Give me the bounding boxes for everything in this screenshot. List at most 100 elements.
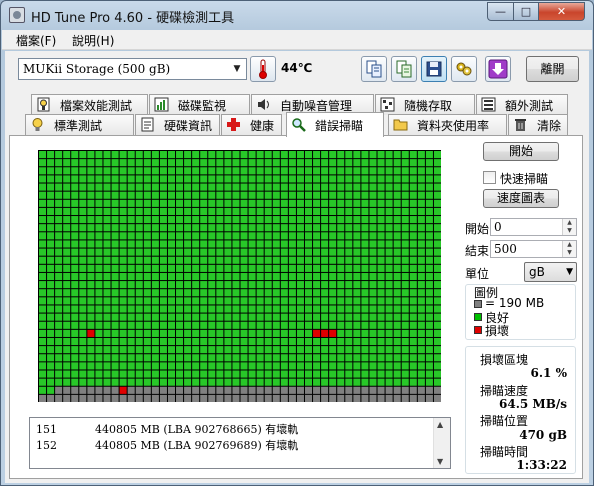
tab-erase[interactable]: 清除	[508, 114, 568, 135]
tab-health[interactable]: 健康	[221, 114, 282, 135]
tab-extra-tests[interactable]: 額外測試	[476, 94, 568, 115]
good-block	[425, 191, 433, 199]
good-block	[71, 232, 79, 240]
good-block	[288, 151, 296, 159]
good-block	[345, 297, 353, 305]
good-block	[184, 289, 192, 297]
good-block	[240, 321, 248, 329]
scroll-up-icon[interactable]: ▲	[437, 420, 443, 429]
bad-sector-log[interactable]: 151 440805 MB (LBA 902768665) 有壞軌 152 4408…	[29, 417, 451, 469]
good-block	[47, 175, 55, 183]
tab-benchmark[interactable]: 標準測試	[25, 114, 134, 135]
good-block	[433, 346, 441, 354]
drive-select[interactable]: MUKii Storage (500 gB) ▼	[18, 58, 247, 80]
speed-map-button[interactable]: 速度圖表	[483, 189, 559, 208]
good-block	[159, 337, 167, 346]
copy-info-button[interactable]	[361, 56, 387, 82]
tab-folder-usage[interactable]: 資料夾使用率	[388, 114, 507, 135]
good-block	[321, 362, 329, 370]
good-block	[361, 329, 369, 337]
good-block	[304, 297, 313, 305]
good-block	[55, 329, 63, 337]
good-block	[433, 256, 441, 264]
info-document-icon	[140, 117, 155, 132]
minimize-button[interactable]: —	[487, 2, 514, 21]
close-button[interactable]: ✕	[538, 2, 585, 21]
good-block	[200, 159, 208, 167]
good-block	[208, 191, 216, 199]
good-block	[425, 281, 433, 289]
spinner-arrows-icon[interactable]: ▲ ▼	[562, 219, 576, 235]
good-block	[167, 289, 176, 297]
quick-scan-checkbox[interactable]	[483, 171, 496, 184]
good-block	[264, 159, 272, 167]
good-block	[224, 346, 232, 354]
good-block	[417, 281, 425, 289]
good-block	[216, 191, 224, 199]
good-block	[248, 240, 256, 248]
menu-file[interactable]: 檔案(F)	[16, 32, 56, 49]
unit-select[interactable]: gB ▼	[524, 262, 577, 282]
good-block	[288, 224, 296, 232]
tab-random-access[interactable]: 隨機存取	[375, 94, 475, 115]
spinner-arrows-icon[interactable]: ▲ ▼	[562, 241, 576, 257]
download-button[interactable]	[485, 56, 511, 82]
good-block	[135, 159, 143, 167]
good-block	[200, 321, 208, 329]
pending-block	[337, 386, 345, 394]
good-block	[401, 183, 409, 191]
pending-block	[95, 394, 103, 402]
good-block	[63, 207, 71, 216]
scroll-down-icon[interactable]: ▼	[437, 457, 443, 466]
good-block	[87, 370, 95, 378]
end-input[interactable]: 500 ▲ ▼	[490, 240, 577, 258]
save-button[interactable]	[421, 56, 447, 82]
good-block	[280, 305, 288, 313]
title-bar[interactable]: HD Tune Pro 4.60 - 硬碟檢測工具 — □ ✕	[1, 1, 593, 29]
good-block	[425, 305, 433, 313]
good-block	[167, 224, 176, 232]
good-block	[385, 199, 393, 207]
quick-scan-label[interactable]: 快速掃瞄	[500, 170, 548, 187]
tab-file-benchmark[interactable]: 檔案效能測試	[31, 94, 148, 115]
good-block	[256, 272, 264, 281]
start-input[interactable]: 0 ▲ ▼	[490, 218, 577, 236]
good-block	[361, 191, 369, 199]
good-block	[433, 289, 441, 297]
good-block	[192, 281, 200, 289]
thermometer-icon[interactable]	[250, 56, 276, 82]
good-block	[71, 329, 79, 337]
tab-disk-monitor[interactable]: 磁碟監視	[149, 94, 250, 115]
good-block	[135, 378, 143, 386]
good-block	[167, 321, 176, 329]
good-block	[55, 264, 63, 272]
good-block	[264, 321, 272, 329]
log-scrollbar[interactable]: ▲ ▼	[433, 418, 450, 468]
good-block	[200, 207, 208, 216]
good-block	[321, 370, 329, 378]
options-button[interactable]	[451, 56, 477, 82]
good-block	[127, 159, 135, 167]
tab-error-scan[interactable]: 錯誤掃瞄	[286, 112, 384, 137]
good-block	[401, 329, 409, 337]
good-block	[304, 370, 313, 378]
good-block	[304, 321, 313, 329]
pending-block	[232, 394, 240, 402]
good-block	[313, 248, 321, 256]
good-block	[87, 207, 95, 216]
good-block	[353, 321, 361, 329]
menu-help[interactable]: 說明(H)	[72, 32, 114, 49]
exit-button[interactable]: 離開	[526, 56, 579, 82]
start-scan-button[interactable]: 開始	[483, 142, 559, 161]
good-block	[296, 305, 304, 313]
app-icon[interactable]	[9, 7, 25, 23]
good-block	[337, 297, 345, 305]
good-block	[321, 199, 329, 207]
good-block	[111, 207, 119, 216]
good-block	[159, 272, 167, 281]
good-block	[127, 256, 135, 264]
tab-info[interactable]: 硬碟資訊	[135, 114, 220, 135]
copy-all-button[interactable]	[391, 56, 417, 82]
maximize-button[interactable]: □	[513, 2, 539, 21]
tab-label: 錯誤掃瞄	[315, 119, 364, 133]
